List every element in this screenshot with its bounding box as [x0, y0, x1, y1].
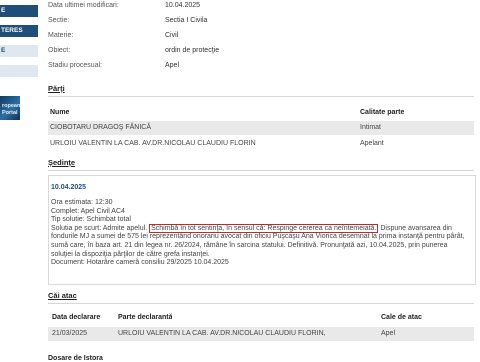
col-date-header: Data declarare — [52, 314, 101, 321]
appeals-divider — [48, 303, 474, 304]
hearing-date: 10.04.2025 — [51, 184, 87, 191]
info-label: Sectie: — [48, 17, 70, 24]
hearings-title: Şedinţe — [48, 158, 76, 167]
col-type-header: Cale de atac — [381, 314, 422, 321]
hearing-panel: Complet: Apel Civil AC4 — [51, 207, 125, 215]
col-name-header: Nume — [50, 109, 70, 116]
hearing-details: Ora estimata: 12:30 Complet: Apel Civil … — [51, 199, 471, 268]
hearing-time: Ora estimata: 12:30 — [51, 199, 113, 206]
sidebar-item-1[interactable]: E — [0, 5, 38, 17]
parties-divider — [48, 96, 474, 97]
appeal-date: 21/03/2025 — [52, 330, 88, 337]
hearing-document: Document: Hotarâre cameră consiliu 29/20… — [51, 259, 229, 267]
parties-header: Nume Calitate parte — [48, 106, 474, 120]
next-section-title: Dosare de Istora — [48, 355, 103, 362]
solution-highlight: Schimbă în tot sentinţa, în sensul că: R… — [149, 223, 379, 233]
info-label: Stadiu procesual: — [48, 62, 103, 69]
info-value: Sectia I Civila — [165, 17, 208, 24]
party-name: CIOBOTARU DRAGOŞ FĂNICĂ — [50, 124, 151, 131]
hearings-divider — [48, 170, 474, 171]
parties-title: Părţi — [48, 84, 65, 93]
party-row: URLOIU VALENTIN LA CAB. AV.DR.NICOLAU CL… — [48, 137, 474, 151]
info-label: Materie: — [48, 32, 74, 39]
sidebar-item-3[interactable]: E — [0, 45, 38, 57]
sidebar-item-2[interactable]: TERES — [0, 25, 38, 37]
hearing-solution-summary: Solutia pe scurt: Admite apelul. Schimbă… — [51, 223, 471, 259]
party-role: Apelant — [360, 140, 384, 147]
appeal-type: Apel — [381, 330, 396, 337]
info-label: Obiect: — [48, 47, 71, 54]
left-sidebar: E TERES E — [0, 0, 38, 360]
appeals-title: Căi atac — [48, 291, 77, 300]
party-row: CIOBOTARU DRAGOŞ FĂNICĂ Intimat — [48, 121, 474, 135]
solution-prefix: Solutia pe scurt: Admite apelul. — [51, 224, 148, 232]
info-value: ordin de protecţie — [165, 47, 220, 54]
banner-line-2: Portal — [2, 110, 18, 116]
appeals-header: Data declarare Parte declarantă Cale de … — [48, 311, 474, 325]
info-value: Civil — [165, 32, 179, 39]
info-value: 10.04.2025 — [165, 2, 201, 9]
banner-line-1: ropean — [2, 103, 20, 109]
party-role: Intimat — [360, 124, 382, 131]
appeal-row: 21/03/2025 URLOIU VALENTIN LA CAB. AV.DR… — [48, 327, 474, 341]
info-value: Apel — [165, 62, 180, 69]
european-portal-banner[interactable]: ropean Portal — [0, 96, 20, 120]
info-label: Data ultimei modificari: — [48, 2, 119, 9]
col-role-header: Calitate parte — [360, 109, 405, 116]
sidebar-item-4[interactable] — [0, 65, 38, 77]
appeal-party: URLOIU VALENTIN LA CAB. AV.DR.NICOLAU CL… — [118, 330, 326, 337]
party-name: URLOIU VALENTIN LA CAB. AV.DR.NICOLAU CL… — [50, 140, 256, 147]
col-party-header: Parte declarantă — [118, 314, 173, 321]
